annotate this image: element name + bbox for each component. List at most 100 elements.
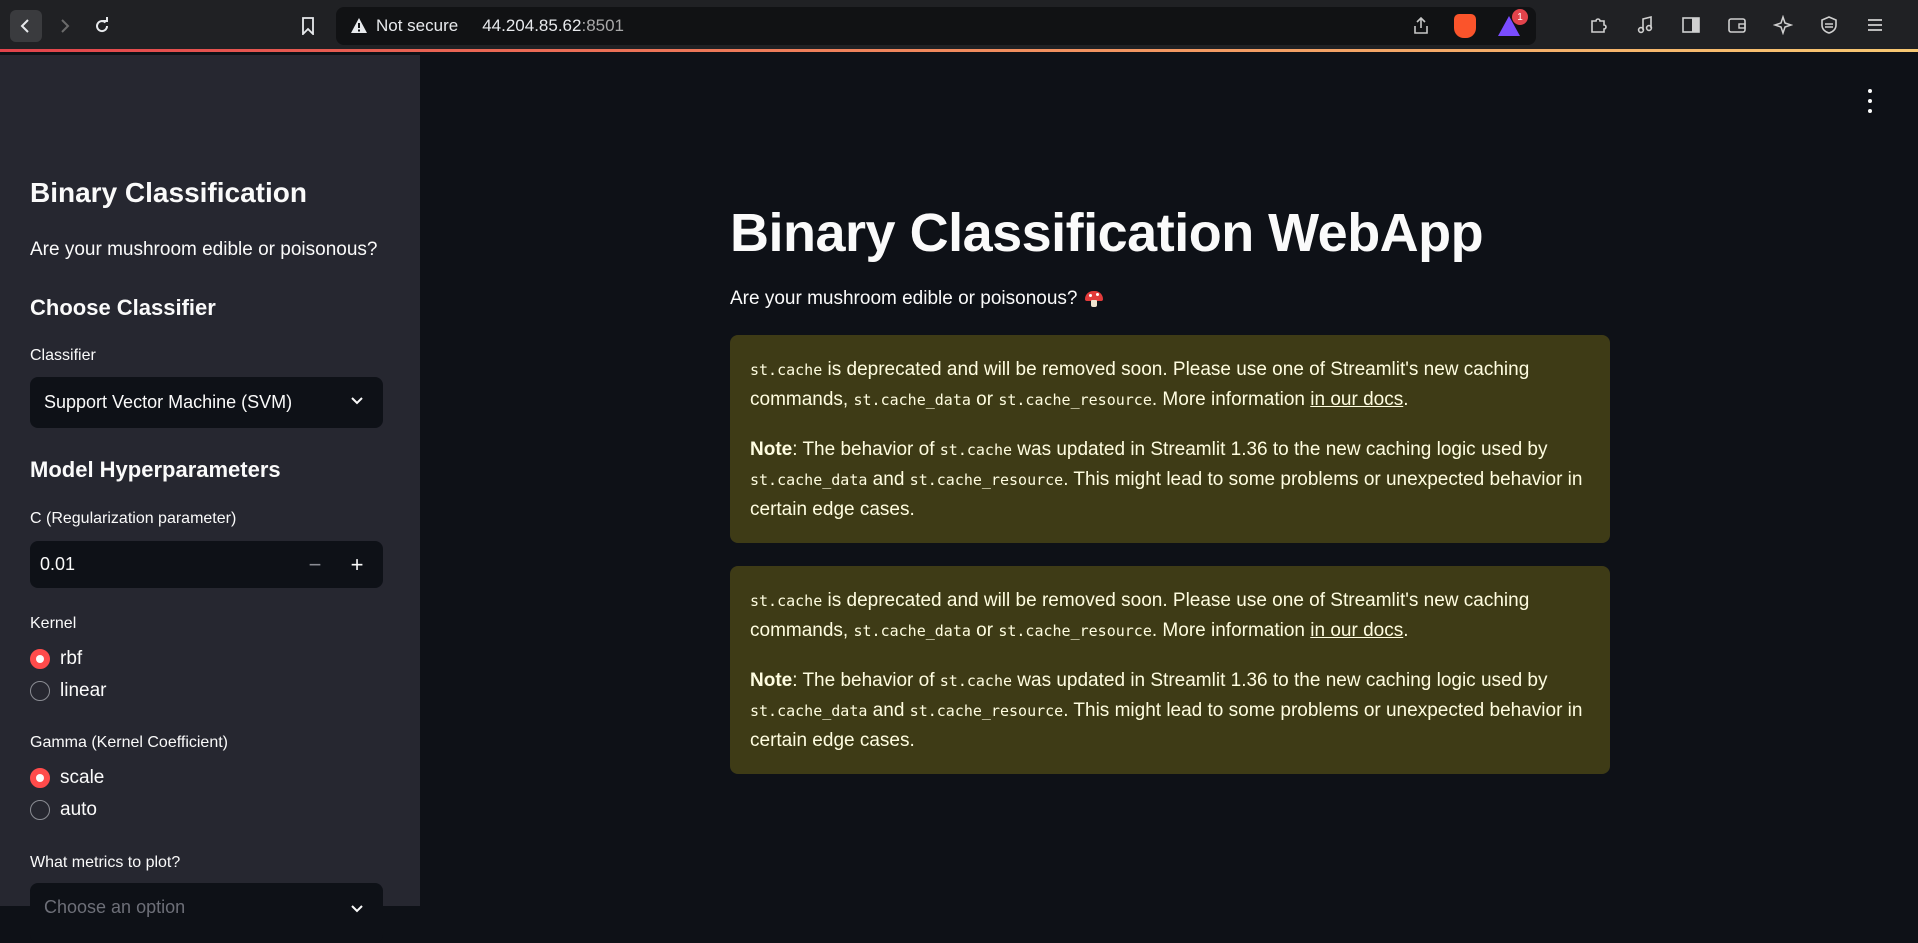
bookmark-button[interactable] [292,10,324,42]
reload-button[interactable] [86,10,118,42]
inline-code: st.cache_data [750,702,868,720]
url-host: 44.204.85.62 [482,16,582,35]
warning-text: . [1403,620,1409,641]
address-bar[interactable]: Not secure 44.204.85.62:8501 1 [336,7,1536,45]
browser-toolbar: Not secure 44.204.85.62:8501 1 [0,0,1918,52]
radio-unselected-icon [30,681,50,701]
extensions-toolbar [1586,12,1888,38]
inline-code: st.cache_resource [998,622,1152,640]
page-subtitle-text: Are your mushroom edible or poisonous? [730,288,1078,309]
warning-text: . More information [1151,620,1311,641]
kernel-label: Kernel [30,615,77,632]
note-text: : The behavior of [792,670,940,691]
radio-selected-icon [30,649,50,669]
note-text: and [867,700,910,721]
main-menu-button[interactable] [1864,89,1876,113]
sidebar-title: Binary Classification [30,177,307,208]
note-label: Note [750,439,793,460]
page-subtitle: Are your mushroom edible or poisonous? [730,288,1104,310]
warning-text: or [970,620,999,641]
model-hyperparameters-heading: Model Hyperparameters [30,457,281,482]
chevron-left-icon [20,19,29,33]
decrement-button[interactable]: − [295,541,335,588]
classifier-selected-value: Support Vector Machine (SVM) [44,392,293,412]
note-text: : The behavior of [792,439,940,460]
docs-link[interactable]: in our docs [1310,620,1403,641]
metrics-placeholder: Choose an option [44,897,186,917]
c-param-value: 0.01 [40,554,76,574]
chevron-right-icon [61,19,70,33]
url-port: :8501 [581,16,625,35]
hamburger-menu-icon [1868,19,1882,31]
inline-code: st.cache_data [750,471,868,489]
choose-classifier-heading: Choose Classifier [30,295,216,320]
back-button[interactable] [10,10,42,42]
inline-code: st.cache [750,361,823,379]
mushroom-icon [1085,290,1104,308]
radio-unselected-icon [30,800,50,820]
dot [1868,89,1872,93]
kernel-option-label: rbf [60,648,83,669]
menu-button[interactable] [1862,12,1888,38]
inline-code: st.cache [750,592,823,610]
warning-note: Note: The behavior of st.cache was updat… [750,435,1590,525]
c-param-label: C (Regularization parameter) [30,510,237,527]
note-text: was updated in Streamlit 1.36 to the new… [1012,670,1548,691]
warning-message: st.cache is deprecated and will be remov… [750,586,1590,646]
warning-text: or [970,389,999,410]
forward-button[interactable] [48,10,80,42]
main-content: Binary Classification WebApp Are your mu… [420,55,1918,906]
gamma-option-label: auto [60,799,97,820]
vpn-button[interactable] [1816,12,1842,38]
extensions-button[interactable] [1586,12,1612,38]
increment-button[interactable]: + [337,541,377,588]
kernel-option-rbf[interactable]: rbf [30,648,82,670]
page-title: Binary Classification WebApp [730,203,1484,263]
share-button[interactable] [1408,13,1434,39]
warning-text: . [1403,389,1409,410]
deprecation-warning: st.cache is deprecated and will be remov… [730,335,1610,543]
dot [1868,109,1872,113]
url-text: 44.204.85.62:8501 [482,16,624,36]
inline-code: st.cache_data [853,391,971,409]
shield-icon [1821,16,1837,34]
note-label: Note [750,670,793,691]
docs-link[interactable]: in our docs [1310,389,1403,410]
media-button[interactable] [1632,12,1658,38]
inline-code: st.cache_resource [998,391,1152,409]
wallet-button[interactable] [1724,12,1750,38]
rewards-badge: 1 [1512,9,1528,25]
gamma-option-auto[interactable]: auto [30,799,97,821]
dot [1868,99,1872,103]
metrics-label: What metrics to plot? [30,854,181,871]
sidebar: Binary Classification Are your mushroom … [0,55,420,943]
radio-selected-icon [30,768,50,788]
sidebar-toggle-button[interactable] [1678,12,1704,38]
metrics-multiselect[interactable]: Choose an option [30,883,383,943]
share-icon [1414,16,1428,34]
brave-shields-button[interactable] [1452,13,1478,39]
brave-rewards-button[interactable]: 1 [1496,9,1528,39]
gamma-label: Gamma (Kernel Coefficient) [30,734,228,751]
not-secure-label: Not secure [376,16,459,35]
puzzle-icon [1591,18,1607,33]
inline-code: st.cache [939,672,1013,690]
sparkle-icon [1773,15,1793,35]
inline-code: st.cache [939,441,1013,459]
reload-icon [96,17,109,33]
inline-code: st.cache_resource [909,702,1064,720]
classifier-select[interactable]: Support Vector Machine (SVM) [30,377,383,428]
gamma-option-scale[interactable]: scale [30,767,104,789]
inline-code: st.cache_resource [909,471,1064,489]
warning-message: st.cache is deprecated and will be remov… [750,355,1590,415]
page-loading-accent-bar [0,49,1918,52]
warning-note: Note: The behavior of st.cache was updat… [750,666,1590,756]
c-param-input[interactable]: 0.01 − + [30,541,383,588]
warning-text: . More information [1151,389,1311,410]
kernel-option-linear[interactable]: linear [30,680,106,702]
note-text: and [867,469,910,490]
note-text: was updated in Streamlit 1.36 to the new… [1012,439,1548,460]
bookmark-icon [302,17,314,35]
classifier-label: Classifier [30,347,96,364]
leo-ai-button[interactable] [1770,12,1796,38]
